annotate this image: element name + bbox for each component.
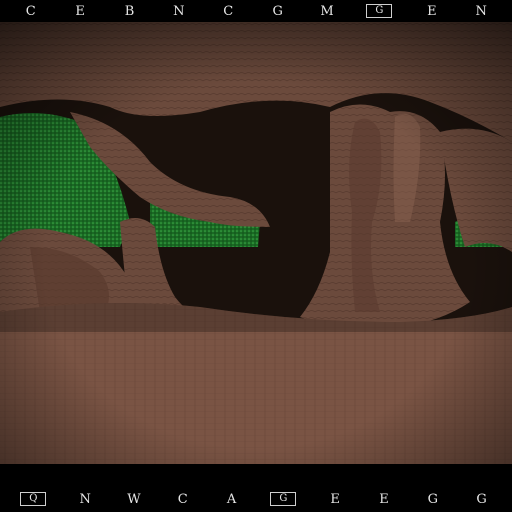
hud-glyph: E [75, 3, 85, 19]
game-viewport: C E B N C G M G E N Q N W C A G E E G G [0, 0, 512, 512]
hud-glyph: E [379, 491, 389, 507]
hud-glyph: C [177, 491, 188, 507]
hud-glyph: C [25, 3, 36, 19]
hud-glyph: G [272, 3, 283, 19]
hud-glyph-boxed: G [366, 4, 393, 18]
hud-glyph: B [124, 3, 135, 19]
hud-glyph: N [79, 491, 91, 507]
hud-glyph: N [475, 3, 487, 19]
hud-glyph: M [320, 3, 334, 19]
hud-glyph: G [476, 491, 487, 507]
top-hud-bar: C E B N C G M G E N [0, 0, 512, 22]
hud-glyph: E [427, 3, 437, 19]
hud-glyph-boxed: G [270, 492, 297, 506]
hud-glyph: N [173, 3, 185, 19]
hud-glyph-boxed: Q [20, 492, 47, 506]
hud-glyph: G [427, 491, 438, 507]
cave-scene [0, 22, 512, 464]
scene-vignette [0, 22, 512, 464]
bottom-hud-bar: Q N W C A G E E G G [0, 486, 512, 512]
hud-glyph: W [127, 491, 141, 507]
hud-glyph: A [226, 491, 237, 507]
hud-glyph: E [330, 491, 340, 507]
hud-glyph: C [223, 3, 234, 19]
